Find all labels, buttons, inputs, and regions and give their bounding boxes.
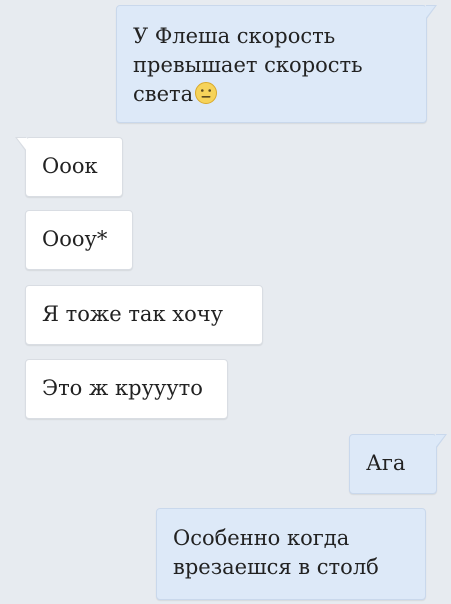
message-text: У Флеша скорость превышает скорость свет…: [133, 24, 363, 106]
message-bubble-outgoing[interactable]: Особенно когда врезаешся в столб: [156, 508, 426, 600]
message-text: Ага: [366, 451, 406, 475]
message-text: Особенно когда врезаешся в столб: [173, 526, 379, 579]
neutral-face-emoji-icon: [194, 81, 218, 113]
chat-thread: У Флеша скорость превышает скорость свет…: [0, 0, 451, 604]
message-bubble-incoming[interactable]: Ооок: [15, 137, 123, 197]
message-bubble-outgoing[interactable]: Ага: [349, 434, 447, 494]
message-bubble-incoming[interactable]: Я тоже так хочу: [25, 285, 263, 345]
message-bubble-incoming[interactable]: Это ж круууто: [25, 359, 228, 419]
message-text: Ооок: [42, 154, 98, 178]
message-text: Оооу*: [42, 227, 108, 251]
message-text: Это ж круууто: [42, 376, 203, 400]
message-text: Я тоже так хочу: [42, 302, 223, 326]
message-bubble-outgoing[interactable]: У Флеша скорость превышает скорость свет…: [116, 5, 437, 123]
message-bubble-incoming[interactable]: Оооу*: [25, 210, 133, 270]
